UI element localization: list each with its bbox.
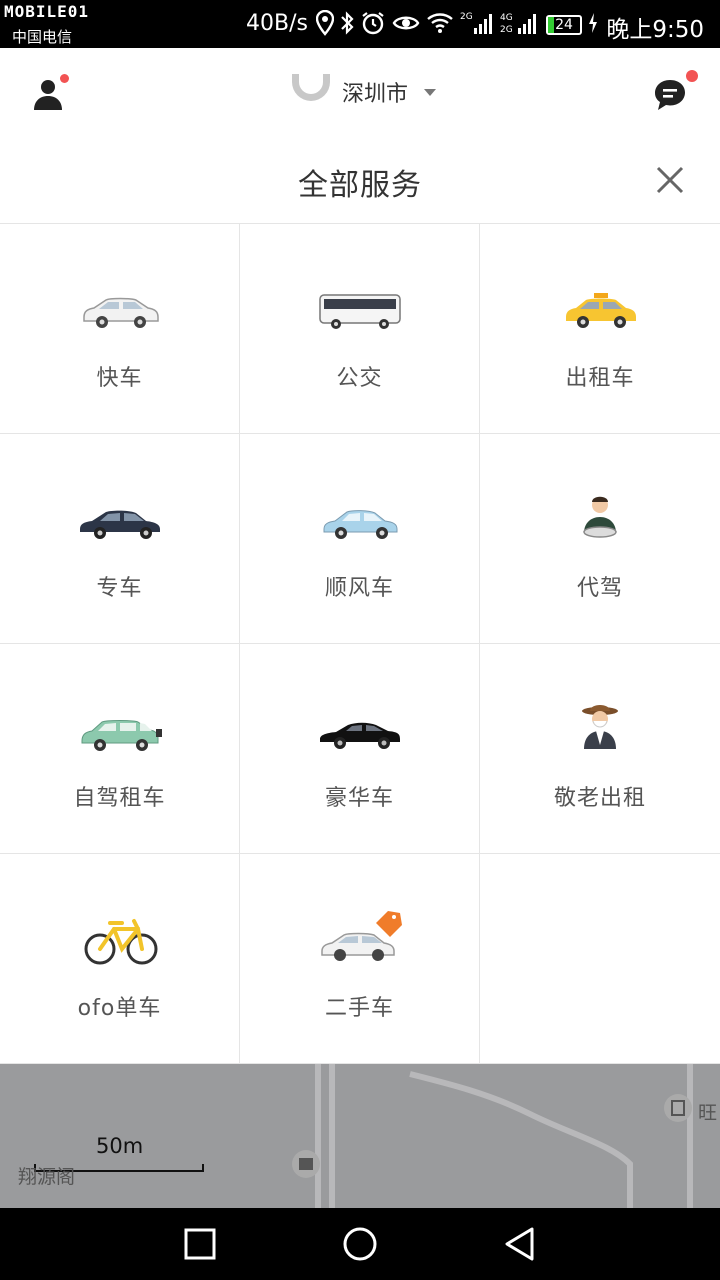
user-profile-button[interactable] [30,74,70,114]
service-label: 快车 [96,366,143,391]
carrier-label: 中国电信 [12,28,73,46]
system-nav-bar [0,1208,720,1280]
service-elderly-taxi[interactable]: 敬老出租 [480,644,720,854]
service-premier[interactable]: 专车 [0,434,240,644]
alarm-icon [360,10,386,40]
svg-text:4G: 4G [500,13,513,23]
service-express[interactable]: 快车 [0,224,240,434]
services-grid: 快车 公交 出租车 专车 顺风车 代驾 自驾租车 豪华车 敬老出租 ofo单车 … [0,224,720,1064]
service-label: 自驾租车 [73,786,166,811]
battery-icon: 24 [546,15,582,35]
service-chauffeur[interactable]: 代驾 [480,434,720,644]
message-badge [686,70,698,82]
map-scale-label: 50m [96,1134,144,1158]
elderly-taxi-icon [550,699,650,759]
location-icon [315,9,335,40]
bus-icon [310,279,410,339]
home-button[interactable] [340,1226,380,1262]
circle-icon [340,1227,380,1266]
page-title: 全部服务 [298,168,422,203]
recent-apps-button[interactable] [182,1226,218,1262]
svg-text:2G: 2G [500,25,513,35]
services-panel-header: 全部服务 [0,136,720,224]
charging-icon [588,12,598,38]
city-label: 深圳市 [342,82,409,107]
service-label: ofo单车 [77,996,162,1021]
status-icons: 2G 4G 2G 24 [315,9,598,40]
svg-text:2G: 2G [460,12,473,22]
app-header: 深圳市 [0,48,720,136]
status-bar: MOBILE01 中国电信 40B/s 2G 4G 2G 24 晚上9:50 [0,0,720,48]
square-icon [182,1228,218,1266]
map-place-label: 旺 [698,1102,718,1124]
network-speed: 40B/s [246,11,308,36]
empty-cell [480,854,720,1064]
notification-dot [60,74,69,83]
service-label: 顺风车 [324,576,394,601]
service-bike[interactable]: ofo单车 [0,854,240,1064]
service-bus[interactable]: 公交 [240,224,480,434]
signal-icon-2: 4G 2G [500,10,540,40]
clock: 晚上9:50 [606,17,704,43]
hitch-car-icon [310,489,410,549]
rental-car-icon [70,699,170,759]
wifi-icon [426,12,454,38]
chauffeur-icon [550,489,650,549]
service-taxi[interactable]: 出租车 [480,224,720,434]
back-button[interactable] [502,1226,538,1262]
express-car-icon [70,279,170,339]
premier-car-icon [70,489,170,549]
service-used-car[interactable]: 二手车 [240,854,480,1064]
service-label: 豪华车 [324,786,394,811]
close-button[interactable] [654,164,686,196]
eye-icon [392,12,420,38]
service-label: 公交 [336,366,383,391]
service-label: 代驾 [576,576,623,601]
service-label: 专车 [96,576,143,601]
luxury-car-icon [310,699,410,759]
brand-label: MOBILE01 [4,2,90,21]
taxi-icon [550,279,650,339]
service-hitch[interactable]: 顺风车 [240,434,480,644]
chevron-down-icon [424,88,437,96]
bike-icon [70,909,170,969]
bluetooth-icon [340,10,354,40]
didi-logo-icon [290,70,332,114]
service-luxury[interactable]: 豪华车 [240,644,480,854]
triangle-back-icon [502,1227,538,1266]
close-icon [654,166,686,200]
map-place-label: 翔源阁 [18,1166,76,1188]
service-label: 出租车 [565,366,635,391]
user-icon [30,80,70,118]
messages-button[interactable] [652,70,698,116]
service-label: 敬老出租 [553,786,646,811]
service-rental[interactable]: 自驾租车 [0,644,240,854]
map-view[interactable]: 50m 翔源阁 旺 [0,1064,720,1208]
used-car-icon [310,909,410,969]
service-label: 二手车 [324,996,394,1021]
signal-icon-1: 2G [460,10,494,40]
city-selector[interactable]: 深圳市 [290,70,437,114]
